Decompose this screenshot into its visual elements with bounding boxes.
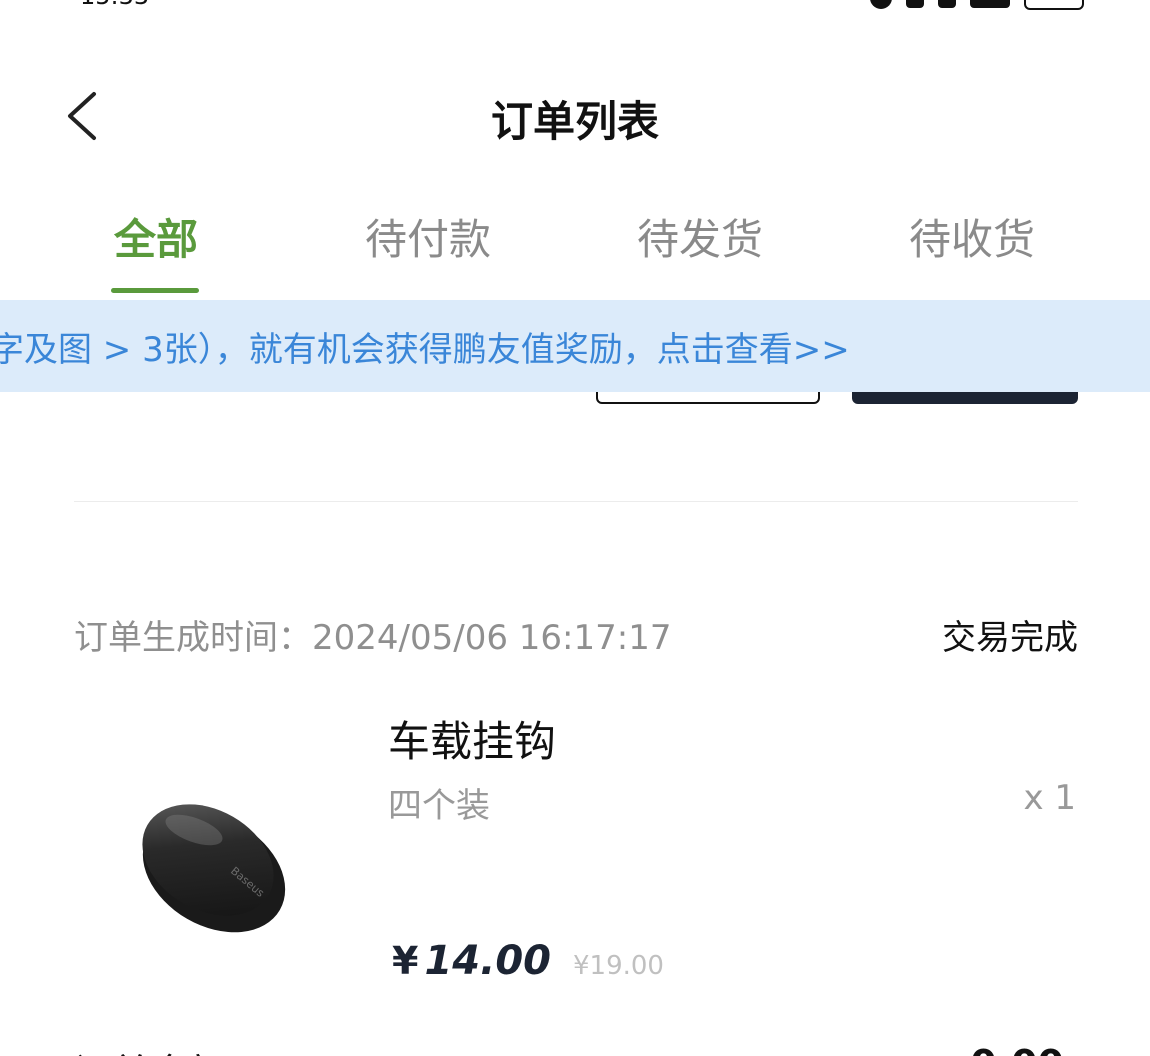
product-spec: 四个装 bbox=[388, 786, 490, 826]
order-total-value: 0.00 bbox=[970, 1042, 1064, 1056]
tab-all[interactable]: 全部 bbox=[66, 206, 246, 267]
order-total-label: 订单金额 bbox=[74, 1042, 226, 1056]
current-price: ¥14.00 bbox=[392, 938, 551, 984]
header: 订单列表 bbox=[0, 60, 1150, 180]
original-price: ¥19.00 bbox=[572, 951, 664, 981]
signal-icon bbox=[970, 0, 1010, 8]
currency-symbol: ¥ bbox=[392, 939, 419, 983]
order-tabs: 全部 待付款 待发货 待收货 bbox=[0, 196, 1150, 300]
page-title: 订单列表 bbox=[490, 97, 659, 146]
previous-order-outline-button[interactable] bbox=[596, 392, 820, 404]
order-time: 订单生成时间：2024/05/06 16:17:17 bbox=[74, 618, 672, 658]
previous-order-actions bbox=[0, 392, 1150, 406]
price-row: ¥14.00 ¥19.00 bbox=[392, 938, 664, 984]
order-status: 交易完成 bbox=[942, 618, 1078, 658]
notice-banner[interactable]: 字及图 > 3张），就有机会获得鹏友值奖励，点击查看>> bbox=[0, 300, 1150, 392]
car-hook-product-image: Baseus bbox=[142, 804, 286, 933]
status-bar: 15:33 bbox=[0, 0, 1150, 10]
tab-pending-payment[interactable]: 待付款 bbox=[338, 206, 518, 267]
product-name: 车载挂钩 bbox=[388, 717, 557, 766]
status-icons bbox=[870, 0, 1084, 10]
order-total-row: 订单金额 0.00 bbox=[0, 1040, 1150, 1056]
tab-pending-receipt[interactable]: 待收货 bbox=[882, 206, 1062, 267]
product-image[interactable]: Baseus bbox=[120, 760, 300, 940]
previous-order-primary-button[interactable] bbox=[852, 392, 1078, 404]
nfc-icon bbox=[906, 0, 924, 8]
divider bbox=[74, 501, 1078, 502]
battery-icon bbox=[1024, 0, 1084, 10]
product-quantity: x 1 bbox=[1023, 778, 1076, 818]
wifi-icon bbox=[938, 0, 956, 8]
active-tab-indicator bbox=[111, 288, 199, 293]
notice-text: 字及图 > 3张），就有机会获得鹏友值奖励，点击查看>> bbox=[0, 330, 850, 370]
status-time: 15:33 bbox=[80, 0, 149, 10]
notification-icon bbox=[870, 0, 892, 9]
tab-pending-shipment[interactable]: 待发货 bbox=[610, 206, 790, 267]
current-price-value: 14.00 bbox=[424, 938, 551, 984]
